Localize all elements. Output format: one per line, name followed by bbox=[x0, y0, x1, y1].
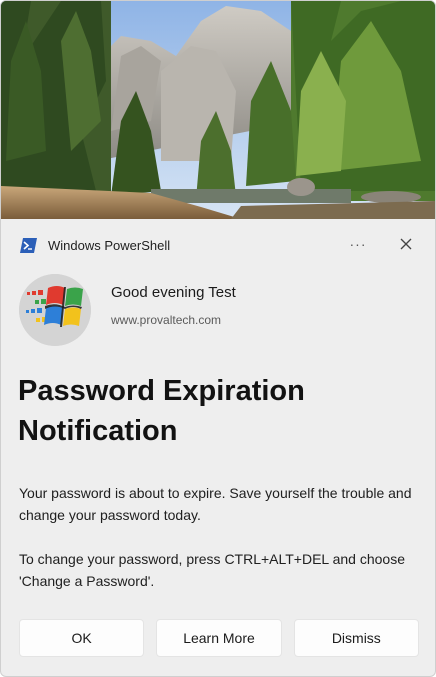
windows-logo-avatar bbox=[19, 274, 91, 346]
toast-header: Windows PowerShell ··· bbox=[1, 229, 435, 265]
close-icon bbox=[400, 238, 412, 250]
body-paragraph-2: To change your password, press CTRL+ALT+… bbox=[19, 551, 405, 589]
body-paragraph-1: Your password is about to expire. Save y… bbox=[19, 485, 412, 523]
windows-logo-icon bbox=[19, 274, 91, 346]
notification-title: Password Expiration Notification bbox=[18, 375, 305, 447]
more-options-button[interactable]: ··· bbox=[345, 231, 371, 257]
close-button[interactable] bbox=[393, 231, 419, 257]
dismiss-button[interactable]: Dismiss bbox=[293, 619, 419, 657]
ok-button[interactable]: OK bbox=[19, 619, 145, 657]
greeting-text: Good evening Test bbox=[111, 284, 236, 301]
action-buttons: OK Learn More Dismiss bbox=[19, 619, 419, 657]
hero-image bbox=[1, 1, 435, 219]
learn-more-button[interactable]: Learn More bbox=[156, 619, 282, 657]
powershell-icon bbox=[20, 238, 37, 253]
app-name: Windows PowerShell bbox=[48, 238, 171, 253]
toast-notification: Windows PowerShell ··· Good evening Test… bbox=[0, 0, 436, 677]
website-text: www.provaltech.com bbox=[111, 313, 222, 327]
notification-body: Your password is about to expire. Save y… bbox=[19, 482, 419, 614]
